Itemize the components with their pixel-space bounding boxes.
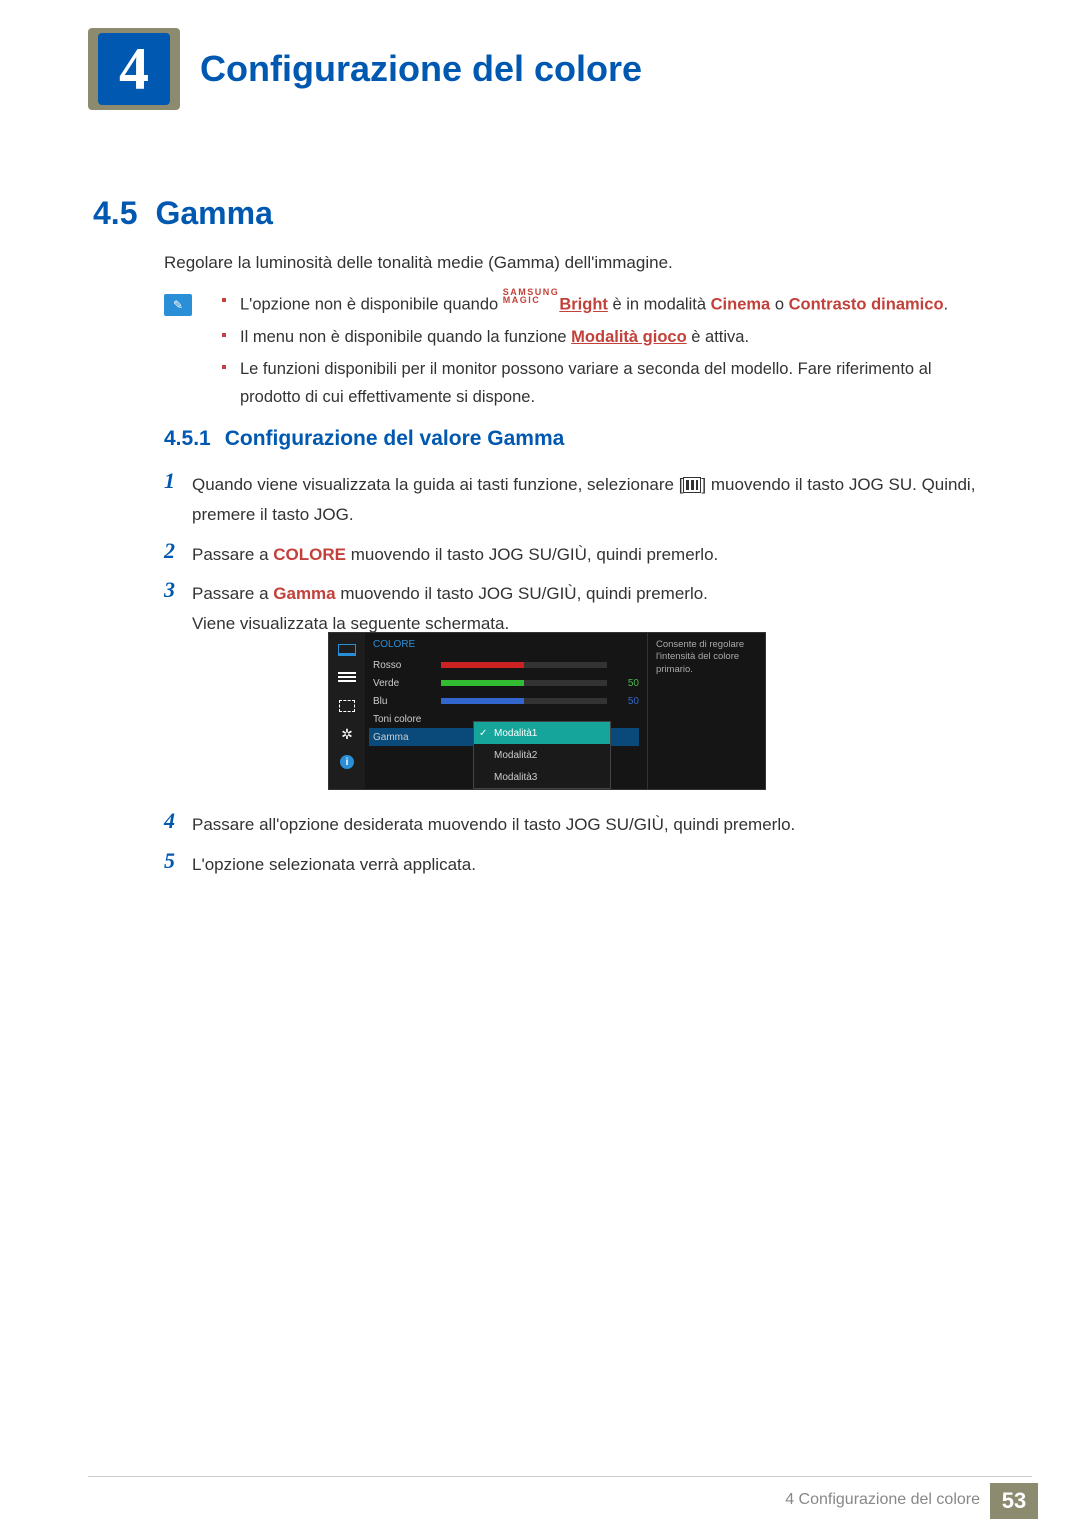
step-3: 3 Passare a Gamma muovendo il tasto JOG …: [164, 579, 984, 639]
step-number: 3: [164, 579, 192, 601]
dropdown-item-modalita3: Modalità3: [474, 766, 610, 788]
osd-dropdown: Modalità1 Modalità2 Modalità3: [473, 721, 611, 789]
section-heading: 4.5 Gamma: [93, 195, 273, 232]
note-block: L'opzione non è disponibile quando SAMSU…: [164, 288, 984, 415]
note-item-1: L'opzione non è disponibile quando SAMSU…: [222, 288, 984, 319]
footer-divider: [88, 1476, 1032, 1477]
colore-label: COLORE: [273, 545, 346, 564]
intro-text: Regolare la luminosità delle tonalità me…: [164, 253, 984, 273]
subsection-heading: 4.5.1 Configurazione del valore Gamma: [164, 427, 564, 451]
slider-verde: [441, 680, 607, 686]
cinema-label: Cinema: [711, 296, 771, 314]
osd-row-rosso: Rosso: [373, 656, 639, 674]
section-number: 4.5: [93, 195, 137, 231]
chapter-title: Configurazione del colore: [200, 48, 642, 90]
samsung-magic-prefix: SAMSUNGMAGIC: [503, 288, 560, 304]
osd-screenshot: ✲ i COLORE Rosso Verde 50 Blu 50 Toni co…: [328, 632, 766, 790]
subsection-number: 4.5.1: [164, 427, 211, 450]
step-number: 2: [164, 540, 192, 562]
step-number: 4: [164, 810, 192, 832]
footer-text: 4 Configurazione del colore: [785, 1491, 980, 1509]
menu-icon: [683, 477, 701, 493]
step-4: 4 Passare all'opzione desiderata muovend…: [164, 810, 984, 840]
gamma-label: Gamma: [273, 584, 335, 603]
dropdown-item-modalita1: Modalità1: [474, 722, 610, 744]
osd-row-verde: Verde 50: [373, 674, 639, 692]
list-icon: [336, 669, 358, 687]
osd-sidebar: ✲ i: [329, 633, 365, 789]
note-item-3: Le funzioni disponibili per il monitor p…: [222, 355, 984, 411]
monitor-icon: [336, 641, 358, 659]
slider-blu: [441, 698, 607, 704]
slider-rosso: [441, 662, 607, 668]
section-title: Gamma: [155, 195, 272, 231]
page-number: 53: [990, 1483, 1038, 1519]
magicbright-link: Bright: [559, 296, 608, 314]
step-number: 5: [164, 850, 192, 872]
step-2: 2 Passare a COLORE muovendo il tasto JOG…: [164, 540, 984, 570]
modalita-gioco-link: Modalità gioco: [571, 328, 687, 346]
note-item-2: Il menu non è disponibile quando la funz…: [222, 323, 984, 351]
osd-title: COLORE: [373, 639, 639, 650]
osd-main: COLORE Rosso Verde 50 Blu 50 Toni colore…: [365, 633, 647, 789]
steps-list: 1 Quando viene visualizzata la guida ai …: [164, 470, 984, 649]
contrasto-dinamico-label: Contrasto dinamico: [789, 296, 944, 314]
step-1: 1 Quando viene visualizzata la guida ai …: [164, 470, 984, 530]
step-number: 1: [164, 470, 192, 492]
step-5: 5 L'opzione selezionata verrà applicata.: [164, 850, 984, 880]
subsection-title: Configurazione del valore Gamma: [225, 427, 565, 450]
osd-row-blu: Blu 50: [373, 692, 639, 710]
chapter-tab: 4: [88, 28, 180, 110]
dropdown-item-modalita2: Modalità2: [474, 744, 610, 766]
steps-list-2: 4 Passare all'opzione desiderata muovend…: [164, 810, 984, 890]
chapter-number: 4: [98, 33, 170, 105]
osd-tooltip: Consente di regolare l'intensità del col…: [647, 633, 765, 789]
gear-icon: ✲: [336, 725, 358, 743]
resize-icon: [336, 697, 358, 715]
info-icon: i: [336, 753, 358, 771]
